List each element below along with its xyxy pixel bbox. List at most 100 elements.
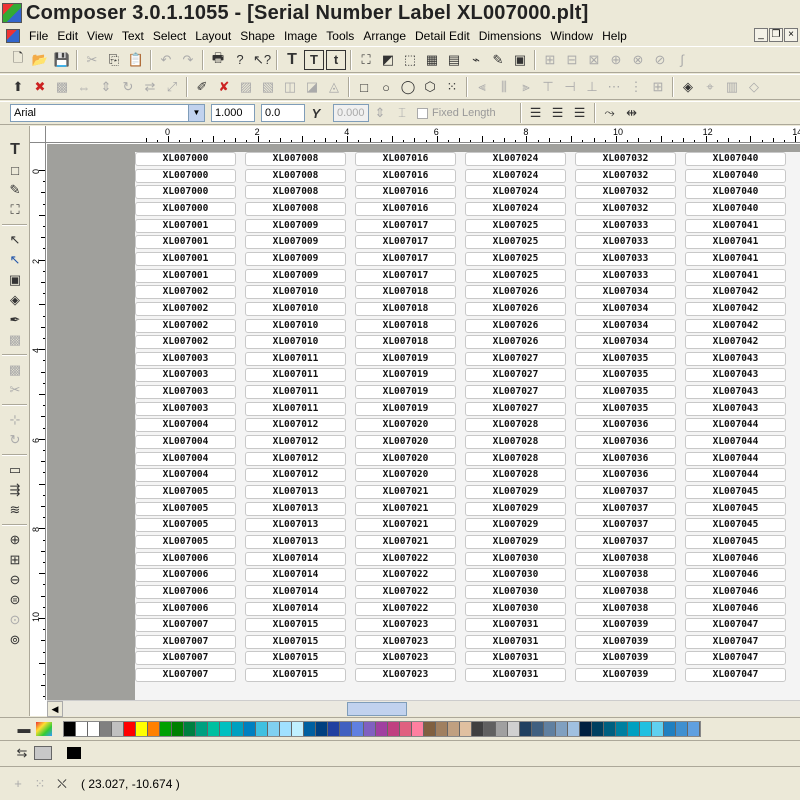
serial-label[interactable]: XL007012 xyxy=(245,418,346,432)
menu-text[interactable]: Text xyxy=(119,29,150,43)
help-icon[interactable]: ? xyxy=(230,50,250,70)
serial-label[interactable]: XL007031 xyxy=(465,651,566,665)
serial-label[interactable]: XL007007 xyxy=(135,651,236,665)
serial-label[interactable]: XL007001 xyxy=(135,252,236,266)
serial-label[interactable]: XL007003 xyxy=(135,368,236,382)
serial-label[interactable]: XL007014 xyxy=(245,552,346,566)
serial-label[interactable]: XL007010 xyxy=(245,285,346,299)
serial-label[interactable]: XL007002 xyxy=(135,302,236,316)
spacing-stepper-icon[interactable]: ⇕ xyxy=(370,103,390,123)
serial-label[interactable]: XL007013 xyxy=(245,485,346,499)
zoom-all-icon[interactable]: ⊚ xyxy=(4,630,26,650)
serial-label[interactable]: XL007005 xyxy=(135,485,236,499)
serial-label[interactable]: XL007000 xyxy=(135,202,236,216)
serial-label[interactable]: XL007040 xyxy=(685,152,786,166)
flip-v-icon[interactable]: ⇕ xyxy=(96,77,116,97)
group-icon[interactable]: ⊟ xyxy=(562,50,582,70)
serial-label[interactable]: XL007022 xyxy=(355,602,456,616)
color-swatch[interactable] xyxy=(220,721,232,736)
serial-label[interactable]: XL007041 xyxy=(685,235,786,249)
color-swatch[interactable] xyxy=(436,721,448,736)
serial-label[interactable]: XL007004 xyxy=(135,452,236,466)
serial-label[interactable]: XL007006 xyxy=(135,585,236,599)
serial-label[interactable]: XL007024 xyxy=(465,185,566,199)
serial-label[interactable]: XL007004 xyxy=(135,418,236,432)
serial-label[interactable]: XL007041 xyxy=(685,219,786,233)
color-swatch[interactable] xyxy=(112,721,124,736)
serial-label[interactable]: XL007047 xyxy=(685,635,786,649)
serial-label[interactable]: XL007028 xyxy=(465,418,566,432)
serial-label[interactable]: XL007010 xyxy=(245,335,346,349)
text-size-input[interactable]: 1.000 xyxy=(211,104,255,122)
cut-icon[interactable]: ✂ xyxy=(82,50,102,70)
serial-label[interactable]: XL007039 xyxy=(575,635,676,649)
properties-icon[interactable]: ▣ xyxy=(510,50,530,70)
vectorize-icon[interactable]: ◇ xyxy=(744,77,764,97)
color-swatch[interactable] xyxy=(472,721,484,736)
zoom-fit-icon[interactable]: ⊜ xyxy=(4,590,26,610)
serial-label[interactable]: XL007039 xyxy=(575,651,676,665)
color-swatch[interactable] xyxy=(640,721,652,736)
menu-image[interactable]: Image xyxy=(281,29,323,43)
serial-label[interactable]: XL007034 xyxy=(575,285,676,299)
serial-label[interactable]: XL007046 xyxy=(685,568,786,582)
outline-icon[interactable]: ▨ xyxy=(236,77,256,97)
remove-icon[interactable]: ✘ xyxy=(214,77,234,97)
contour-icon[interactable]: ⬚ xyxy=(400,50,420,70)
rip-icon[interactable]: ▩ xyxy=(52,77,72,97)
context-help-icon[interactable]: ↖? xyxy=(252,50,272,70)
serial-label[interactable]: XL007038 xyxy=(575,585,676,599)
serial-label[interactable]: XL007003 xyxy=(135,385,236,399)
distribute-v-icon[interactable]: ⋮ xyxy=(626,77,646,97)
color-swatch[interactable] xyxy=(244,721,256,736)
serial-label[interactable]: XL007009 xyxy=(245,269,346,283)
serial-label[interactable]: XL007000 xyxy=(135,152,236,166)
mirror-icon[interactable]: ⇄ xyxy=(140,77,160,97)
color-swatch[interactable] xyxy=(160,721,172,736)
menu-arrange[interactable]: Arrange xyxy=(360,29,412,43)
undo-icon[interactable]: ↶ xyxy=(156,50,176,70)
text-tool-icon[interactable]: T xyxy=(4,140,26,160)
cut-tool-icon[interactable]: ✂ xyxy=(4,380,26,400)
color-swatch[interactable] xyxy=(508,721,520,736)
serial-label[interactable]: XL007026 xyxy=(465,335,566,349)
serial-label[interactable]: XL007029 xyxy=(465,535,566,549)
serial-label[interactable]: XL007035 xyxy=(575,402,676,416)
zoom-page-icon[interactable]: ⊙ xyxy=(4,610,26,630)
align-left-text-icon[interactable]: ☰ xyxy=(526,103,546,123)
serial-label[interactable]: XL007028 xyxy=(465,452,566,466)
warp-icon[interactable]: ⌁ xyxy=(466,50,486,70)
color-swatch[interactable] xyxy=(448,721,460,736)
serial-label[interactable]: XL007001 xyxy=(135,269,236,283)
serial-label[interactable]: XL007036 xyxy=(575,418,676,432)
serial-label[interactable]: XL007026 xyxy=(465,285,566,299)
outline-swatch[interactable] xyxy=(67,746,81,759)
open-file-icon[interactable]: 📂 xyxy=(30,50,50,70)
align-bottom-icon[interactable]: ⊥ xyxy=(582,77,602,97)
chevron-down-icon[interactable]: ▼ xyxy=(188,105,204,121)
serial-label[interactable]: XL007036 xyxy=(575,435,676,449)
serial-label[interactable]: XL007038 xyxy=(575,602,676,616)
serial-label[interactable]: XL007021 xyxy=(355,535,456,549)
fixed-length-icon[interactable]: ⌶ xyxy=(392,103,412,123)
serial-label[interactable]: XL007041 xyxy=(685,252,786,266)
serial-label[interactable]: XL007033 xyxy=(575,252,676,266)
serial-label[interactable]: XL007001 xyxy=(135,235,236,249)
color-swatch[interactable] xyxy=(628,721,640,736)
color-swatch[interactable] xyxy=(352,721,364,736)
serial-label[interactable]: XL007013 xyxy=(245,535,346,549)
text-tool-icon[interactable]: T xyxy=(282,50,302,70)
color-swatch[interactable] xyxy=(268,721,280,736)
serial-label[interactable]: XL007005 xyxy=(135,518,236,532)
menu-tools[interactable]: Tools xyxy=(323,29,360,43)
serial-label[interactable]: XL007011 xyxy=(245,385,346,399)
scroll-left-icon[interactable]: ◀ xyxy=(47,701,63,717)
serial-label[interactable]: XL007022 xyxy=(355,585,456,599)
serial-label[interactable]: XL007016 xyxy=(355,185,456,199)
serial-label[interactable]: XL007015 xyxy=(245,618,346,632)
serial-label[interactable]: XL007035 xyxy=(575,385,676,399)
spacing-icon[interactable]: Y xyxy=(306,103,326,123)
color-swatch[interactable] xyxy=(64,721,76,736)
break-icon[interactable]: ⊗ xyxy=(628,50,648,70)
serial-label[interactable]: XL007018 xyxy=(355,319,456,333)
